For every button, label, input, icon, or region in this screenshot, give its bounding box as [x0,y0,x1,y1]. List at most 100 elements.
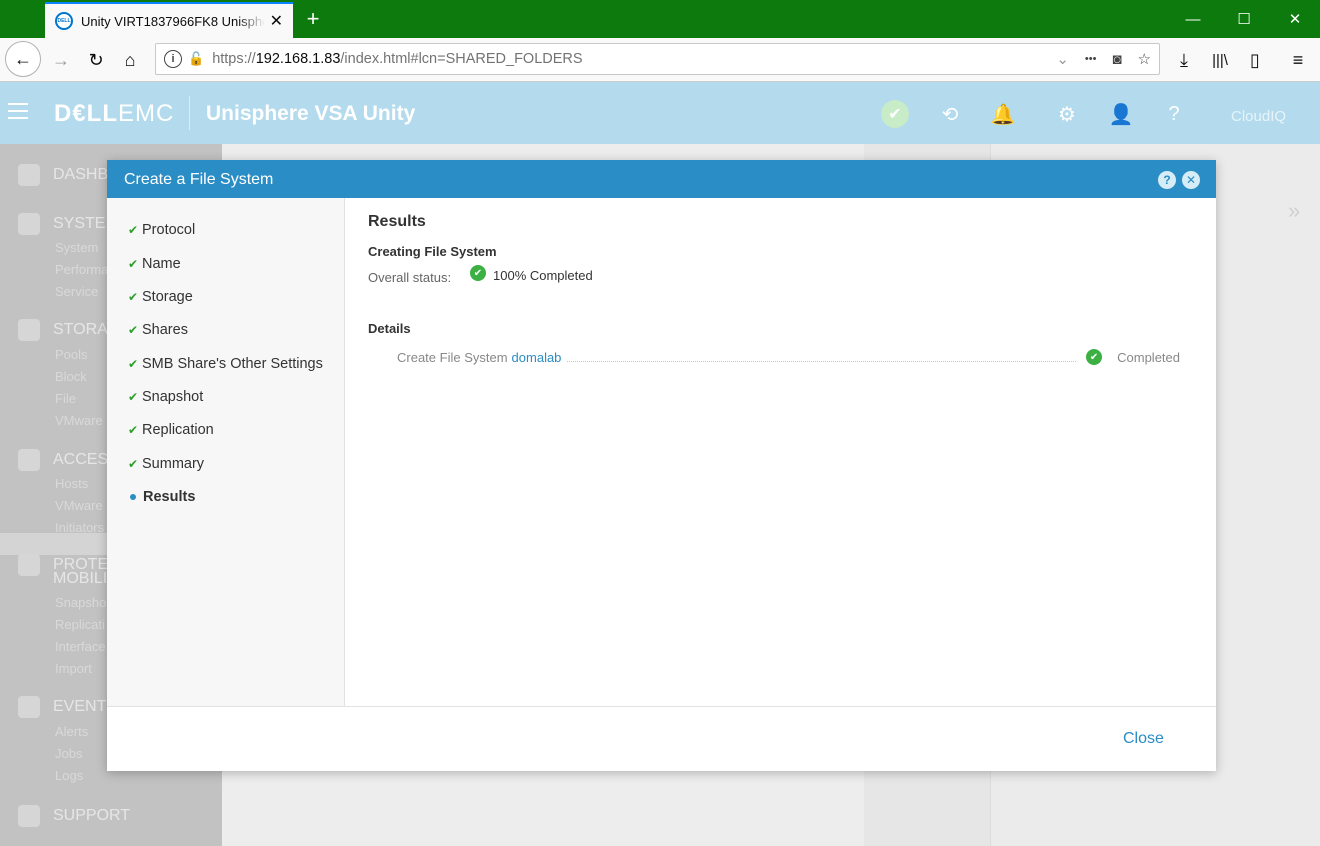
wizard-step-shares[interactable]: ✔ Shares [128,322,188,338]
sidebar-item-interfaces[interactable]: Interface [55,639,106,654]
alerts-bell-icon[interactable]: 🔔 [989,100,1017,128]
reload-icon[interactable]: ↻ [80,44,112,76]
wizard-step-name[interactable]: ✔ Name [128,256,181,272]
sidebar-section-mobility[interactable]: MOBILI [53,570,107,588]
wizard-step-storage[interactable]: ✔ Storage [128,289,193,305]
detail-task: Create File System [397,349,508,365]
dialog-title: Create a File System [124,171,274,188]
checkmark-icon: ✔ [128,390,139,404]
sidebar-section-label: SUPPORT [53,807,131,824]
dialog-help-icon[interactable]: ? [1158,171,1176,189]
bookmark-star-icon[interactable]: ☆ [1138,50,1151,68]
url-host: 192.168.1.83 [255,51,341,67]
sidebar-item-system-view[interactable]: System [55,240,98,255]
menu-icon[interactable]: ≡ [1282,44,1314,76]
wizard-step-replication[interactable]: ✔ Replication [128,422,214,438]
protection-shield-icon [18,554,40,576]
step-label: Protocol [142,222,196,238]
sidebar-item-replication[interactable]: Replicati [55,617,105,632]
sidebar-item-vmware-access[interactable]: VMware [55,498,103,513]
step-label: Storage [142,289,193,305]
window-close-button[interactable]: ✕ [1270,0,1320,38]
wizard-step-summary[interactable]: ✔ Summary [128,456,204,472]
checkmark-icon: ✔ [128,457,139,471]
window-maximize-button[interactable]: ☐ [1219,0,1269,38]
home-icon[interactable]: ⌂ [114,44,146,76]
wizard-step-results[interactable]: Results [128,489,195,505]
sidebar-item-initiators[interactable]: Initiators [55,520,104,535]
sidebar-item-snapshot[interactable]: Snapsho [55,595,106,610]
sidebar-item-vmware-storage[interactable]: VMware [55,413,103,428]
results-panel: Results Creating File System Overall sta… [346,198,1216,706]
checkmark-icon: ✔ [128,357,139,371]
overall-status-label: Overall status: [368,270,452,285]
sidebar-section-label: MOBILI [53,570,108,587]
sidebar-section-dashboard[interactable]: DASHB [18,164,108,186]
sidebar-item-file[interactable]: File [55,391,76,406]
back-arrow-icon[interactable]: ← [5,41,41,77]
sidebar-section-support[interactable]: SUPPORT [18,805,130,827]
sidebar-item-hosts[interactable]: Hosts [55,476,88,491]
sidebar-item-import[interactable]: Import [55,661,92,676]
sidebar-section-system[interactable]: SYSTE [18,213,105,235]
storage-icon [18,319,40,341]
window-minimize-button[interactable]: — [1168,0,1218,38]
step-label: Results [143,489,196,505]
help-icon[interactable]: ? [1160,100,1188,128]
forward-arrow-icon[interactable]: → [45,44,77,76]
cloudiq-logo[interactable]: CloudIQ [1231,108,1286,125]
dialog-close-icon[interactable]: ✕ [1182,171,1200,189]
wizard-steps: ✔ Protocol ✔ Name ✔ Storage ✔ Shares ✔ SMB Sh… [107,198,345,706]
create-file-system-dialog: Create a File System ? ✕ ✔ Protocol ✔ Name… [107,160,1216,771]
url-scheme: https:// [212,51,256,67]
page-actions-icon[interactable]: ••• [1085,53,1097,65]
sidebar-section-label: EVENT [53,698,107,715]
checkmark-icon: ✔ [128,423,139,437]
checkmark-icon: ✔ [128,290,139,304]
url-bar[interactable]: i 🔓 https://192.168.1.83/index.html#lcn=… [155,43,1160,75]
logo-dell: D€LL [54,100,118,127]
wizard-step-snapshot[interactable]: ✔ Snapshot [128,389,203,405]
sidebar-item-jobs[interactable]: Jobs [55,746,82,761]
new-tab-button[interactable]: + [300,4,326,34]
expand-chevron-icon[interactable]: » [1288,198,1300,224]
sidebar-section-label: STORA [53,321,108,338]
wizard-step-protocol[interactable]: ✔ Protocol [128,222,195,238]
sidebar-section-access[interactable]: ACCES [18,449,108,471]
user-icon[interactable]: 👤 [1107,100,1135,128]
checkmark-icon: ✔ [128,223,139,237]
sidebar-toggle-icon[interactable]: ▯ [1239,44,1271,76]
hamburger-menu-icon[interactable] [8,103,28,119]
file-system-link[interactable]: domalab [512,350,562,365]
tab-close-icon[interactable]: ✕ [270,11,283,31]
history-icon[interactable]: ⟲ [936,100,964,128]
dashboard-icon [18,164,40,186]
sidebar-item-alerts[interactable]: Alerts [55,724,88,739]
sidebar-section-storage[interactable]: STORA [18,319,108,341]
system-health-check-icon[interactable]: ✔ [881,100,909,128]
dell-emc-logo: D€LLEMC [54,100,174,128]
chevron-down-icon[interactable]: ⌄ [1056,50,1069,68]
detail-status: Completed [1117,349,1180,365]
checkmark-icon: ✔ [128,257,139,271]
wizard-step-smb-settings[interactable]: ✔ SMB Share's Other Settings [128,356,323,372]
browser-tab[interactable]: DELL Unity VIRT1837966FK8 Unisphere ✕ [45,2,293,38]
success-check-icon: ✔ [470,265,486,281]
pocket-icon[interactable]: ◙ [1112,51,1121,68]
close-button[interactable]: Close [1123,730,1164,748]
sidebar-item-pools[interactable]: Pools [55,347,88,362]
sidebar-item-performance[interactable]: Performa [55,262,108,277]
url-path: /index.html#lcn=SHARED_FOLDERS [340,51,583,67]
insecure-lock-icon[interactable]: 🔓 [188,51,204,67]
current-step-dot-icon [130,494,136,500]
sidebar-item-logs[interactable]: Logs [55,768,83,783]
downloads-icon[interactable]: ⤓ [1168,44,1200,76]
sidebar-item-service[interactable]: Service [55,284,98,299]
site-info-icon[interactable]: i [164,50,182,68]
sidebar-section-events[interactable]: EVENT [18,696,106,718]
sidebar-section-label: SYSTE [53,215,106,232]
dialog-header: Create a File System ? ✕ [107,160,1216,198]
settings-gear-icon[interactable]: ⚙ [1053,100,1081,128]
sidebar-item-block[interactable]: Block [55,369,87,384]
library-icon[interactable]: |||\ [1204,44,1236,76]
